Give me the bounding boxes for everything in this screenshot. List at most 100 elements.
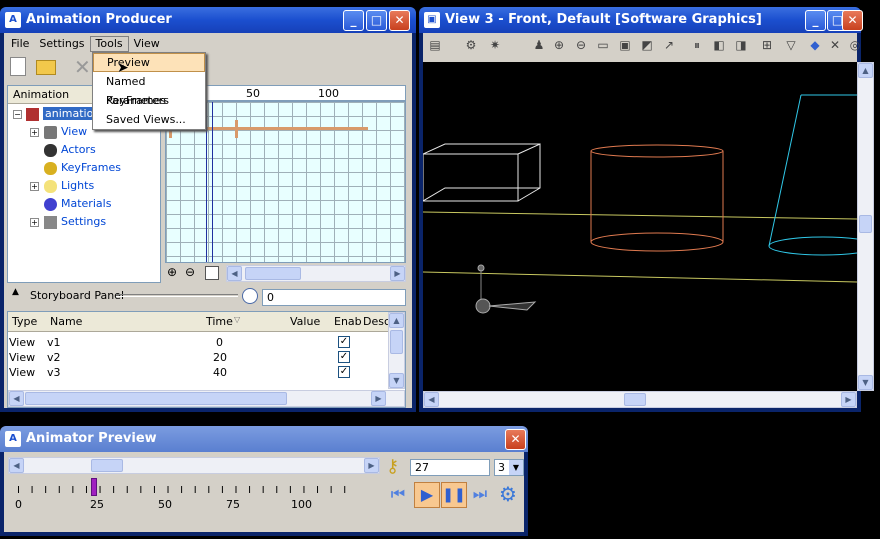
rotate-icon[interactable]: ◩ [639,37,655,53]
tree-item-lights[interactable]: Lights [44,179,94,193]
enable-checkbox[interactable]: ✓ [338,366,350,378]
col-enab[interactable]: Enab [334,315,362,328]
skip-end-button[interactable]: ⏭ [468,482,492,506]
menu-item-parameters[interactable]: Parameters [93,91,205,110]
col-time[interactable]: Time [206,315,233,328]
viewport-canvas[interactable] [423,62,857,391]
scroll-right-arrow[interactable]: ▶ [371,391,386,406]
open-folder-icon[interactable] [36,60,56,75]
view-hscroll[interactable]: ◀ ▶ [423,391,857,408]
minimize-button[interactable]: _ [805,10,826,31]
col-type[interactable]: Type [12,315,37,328]
col-desc[interactable]: Desc [363,315,390,328]
menu-item-named-keyframes[interactable]: Named KeyFrames [93,72,205,107]
settings-gear-icon[interactable]: ⚙ [496,482,520,506]
menu-item-preview[interactable]: Preview [93,53,205,72]
tree-item-settings[interactable]: Settings [44,215,106,229]
scroll-thumb[interactable] [91,459,123,472]
scroll-up-arrow[interactable]: ▲ [389,313,404,328]
step-select[interactable]: 3 ▼ [494,459,524,476]
view3-titlebar[interactable]: ▣ View 3 - Front, Default [Software Grap… [419,7,863,33]
zoom-in-icon[interactable]: ⊕ [551,37,567,53]
view-attributes-icon[interactable]: ⚙ [463,37,479,53]
scroll-left-arrow[interactable]: ◀ [9,391,24,406]
views-icon[interactable]: ⊞ [759,37,775,53]
time-cursor[interactable] [206,102,207,262]
close-button[interactable]: ✕ [842,10,863,31]
minimize-button[interactable]: _ [343,10,364,31]
expand-toggle-lights[interactable]: + [30,182,39,191]
frame-input[interactable]: 27 [410,459,490,476]
menu-tools[interactable]: Tools [89,36,129,52]
zoom-in-icon[interactable]: ⊕ [167,265,177,279]
scroll-left-arrow[interactable]: ◀ [227,266,242,281]
tree-item-materials[interactable]: Materials [44,197,111,211]
render-icon[interactable]: ▽ [783,37,799,53]
scroll-thumb[interactable] [390,330,403,354]
scroll-down-arrow[interactable]: ▼ [389,373,404,388]
scroll-right-arrow[interactable]: ▶ [841,392,856,407]
zoom-out-icon[interactable]: ⊖ [185,265,195,279]
snap-icon[interactable]: ✕ [827,37,843,53]
skip-start-button[interactable]: ⏮ [386,482,410,506]
slider-thumb[interactable] [90,478,97,496]
scroll-thumb[interactable] [245,267,301,280]
table-vscroll[interactable]: ▲ ▼ [388,312,405,389]
collapse-toggle[interactable]: − [13,110,22,119]
new-icon[interactable] [10,57,26,76]
close-button[interactable]: ✕ [389,10,410,31]
next-view-icon[interactable]: ◨ [733,37,749,53]
previous-view-icon[interactable]: ◧ [711,37,727,53]
view-control-icon[interactable]: ▤ [427,37,443,53]
scroll-thumb[interactable] [859,215,872,233]
enable-checkbox[interactable]: ✓ [338,336,350,348]
chevron-down-icon[interactable]: ▼ [509,460,523,475]
tree-item-view[interactable]: View [44,125,87,139]
fit-view-icon[interactable] [205,266,219,280]
col-value[interactable]: Value [290,315,320,328]
close-button[interactable]: ✕ [505,429,526,450]
timeline-scrollbar[interactable]: ◀ ▶ [226,265,406,282]
key-icon[interactable]: ⚷ [386,456,399,477]
play-button[interactable]: ▶ [414,482,440,508]
scroll-down-arrow[interactable]: ▼ [858,375,873,390]
table-row[interactable]: View v2 20 ✓ [8,351,388,366]
scroll-left-arrow[interactable]: ◀ [424,392,439,407]
frame-slider[interactable]: 0 25 50 75 100 [15,476,358,511]
clock-icon[interactable] [242,288,258,304]
expand-toggle-view[interactable]: + [30,128,39,137]
col-name[interactable]: Name [50,315,82,328]
delete-icon[interactable]: ✕ [74,55,91,79]
pan-icon[interactable]: ↗ [661,37,677,53]
producer-titlebar[interactable]: A Animation Producer _ □ ✕ [0,7,416,33]
fit-view-icon[interactable]: ▣ [617,37,633,53]
scroll-thumb[interactable] [624,393,646,406]
preview-titlebar[interactable]: A Animator Preview ✕ [0,426,528,452]
zoom-out-icon[interactable]: ⊖ [573,37,589,53]
scroll-left-arrow[interactable]: ◀ [9,458,24,473]
menu-view[interactable]: View [129,36,165,52]
scroll-right-arrow[interactable]: ▶ [390,266,405,281]
walk-icon[interactable]: ⏸ [689,37,705,53]
view-vscroll[interactable]: ▲ ▼ [857,62,874,391]
time-cursor[interactable] [212,102,213,262]
tree-root[interactable]: animation [26,107,103,121]
tree-item-actors[interactable]: Actors [44,143,96,157]
scroll-up-arrow[interactable]: ▲ [858,63,873,78]
storyboard-time-input[interactable]: 0 [262,289,406,306]
storyboard-collapse-icon[interactable]: ▲ [12,287,19,297]
table-hscroll[interactable]: ◀ ▶ [8,390,405,407]
table-row[interactable]: View v3 40 ✓ [8,366,388,381]
enable-checkbox[interactable]: ✓ [338,351,350,363]
scroll-right-arrow[interactable]: ▶ [364,458,379,473]
display-style-icon[interactable]: ◎ [847,37,863,53]
expand-toggle-settings[interactable]: + [30,218,39,227]
cube-icon[interactable]: ◆ [807,37,823,53]
tree-item-keyframes[interactable]: KeyFrames [44,161,121,175]
table-row[interactable]: View v1 0 ✓ [8,336,388,351]
lighting-icon[interactable]: ✷ [487,37,503,53]
maximize-button[interactable]: □ [366,10,387,31]
pause-button[interactable]: ❚❚ [441,482,467,508]
scroll-thumb[interactable] [25,392,287,405]
menu-file[interactable]: File [6,36,34,52]
